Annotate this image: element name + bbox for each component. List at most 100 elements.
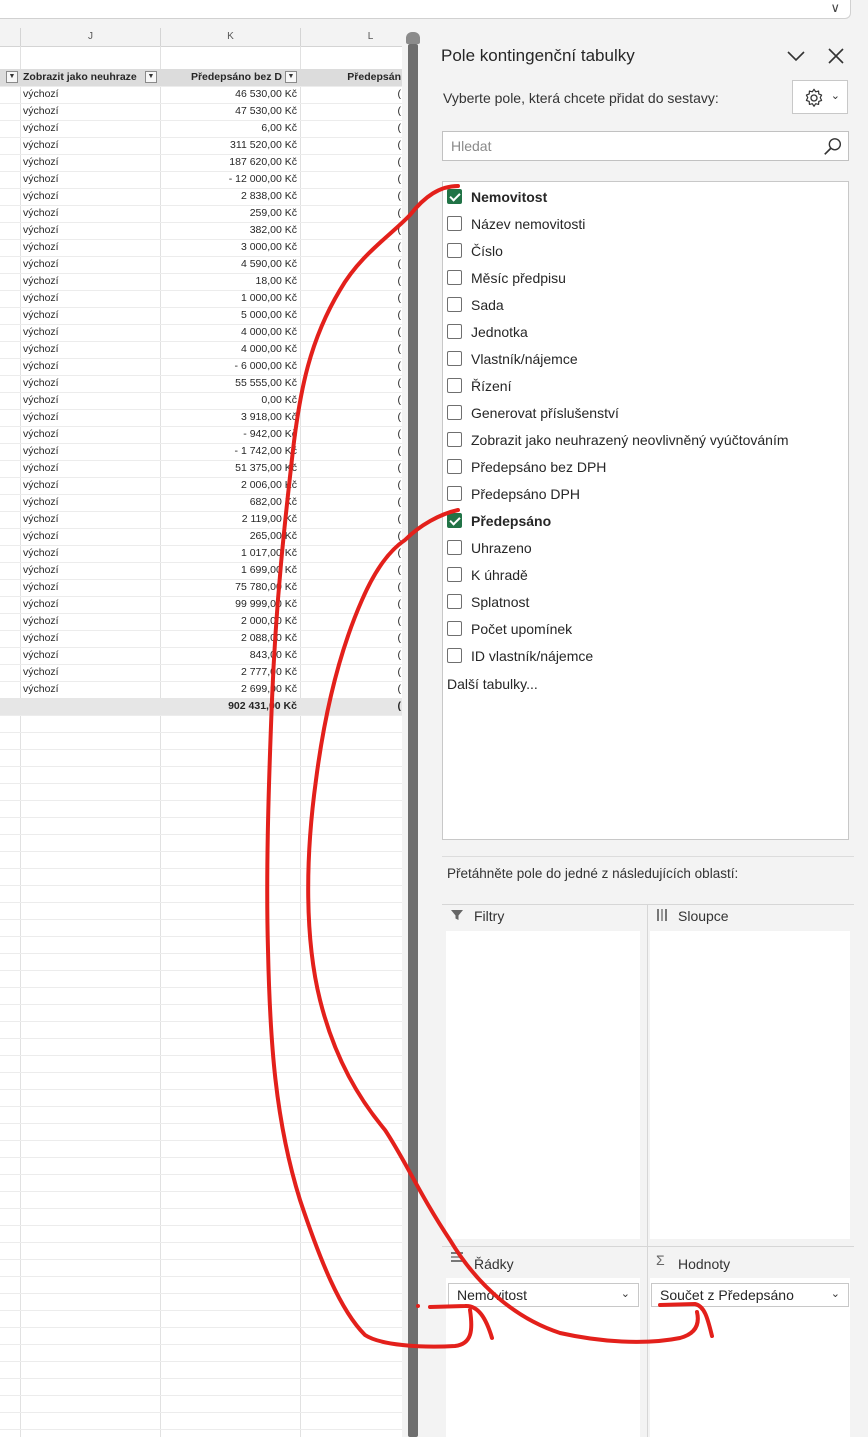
table-row[interactable]: výchozí 2 699,00 Kč( — [0, 681, 402, 698]
values-field-soucet[interactable]: Součet z Předepsáno ⌄ — [651, 1283, 849, 1307]
table-cell[interactable]: 5 000,00 Kč — [161, 307, 300, 324]
table-cell[interactable]: ( — [301, 239, 402, 256]
table-cell[interactable]: 843,00 Kč — [161, 647, 300, 664]
table-row[interactable]: výchozí 2 088,00 Kč( — [0, 630, 402, 647]
table-cell[interactable]: 2 777,00 Kč — [161, 664, 300, 681]
table-cell[interactable]: 75 780,00 Kč — [161, 579, 300, 596]
table-row[interactable]: výchozí 99 999,00 Kč( — [0, 596, 402, 613]
table-cell[interactable]: ( — [301, 256, 402, 273]
field-checkbox[interactable] — [447, 648, 462, 663]
table-cell[interactable]: ( — [301, 324, 402, 341]
table-header-cell[interactable]: Zobrazit jako neuhraze — [21, 69, 160, 86]
table-cell[interactable]: ( — [301, 477, 402, 494]
table-row[interactable]: výchozí 3 000,00 Kč( — [0, 239, 402, 256]
table-cell[interactable]: ( — [301, 545, 402, 562]
field-item[interactable]: Splatnost — [447, 592, 842, 614]
table-cell[interactable]: ( — [301, 681, 402, 698]
table-row[interactable]: výchozí 382,00 Kč( — [0, 222, 402, 239]
table-row[interactable]: výchozí 2 119,00 Kč( — [0, 511, 402, 528]
table-cell[interactable]: ( — [301, 273, 402, 290]
table-cell[interactable]: ( — [301, 375, 402, 392]
field-item[interactable]: ID vlastník/nájemce — [447, 646, 842, 668]
table-cell[interactable]: ( — [301, 494, 402, 511]
table-row[interactable]: výchozí 4 000,00 Kč( — [0, 341, 402, 358]
table-cell[interactable]: ( — [301, 596, 402, 613]
table-cell[interactable]: 55 555,00 Kč — [161, 375, 300, 392]
table-cell[interactable]: 3 000,00 Kč — [161, 239, 300, 256]
table-cell[interactable]: výchozí — [21, 103, 160, 120]
table-cell[interactable]: 1 017,00 Kč — [161, 545, 300, 562]
field-checkbox[interactable] — [447, 270, 462, 285]
table-cell[interactable]: 682,00 Kč — [161, 494, 300, 511]
table-cell[interactable]: 382,00 Kč — [161, 222, 300, 239]
table-cell[interactable]: - 12 000,00 Kč — [161, 171, 300, 188]
table-cell[interactable]: 259,00 Kč — [161, 205, 300, 222]
table-row[interactable]: výchozí 311 520,00 Kč( — [0, 137, 402, 154]
table-cell[interactable]: výchozí — [21, 137, 160, 154]
table-cell[interactable]: 2 699,00 Kč — [161, 681, 300, 698]
table-cell[interactable]: 1 699,00 Kč — [161, 562, 300, 579]
table-row[interactable]: výchozí 2 000,00 Kč( — [0, 613, 402, 630]
table-cell[interactable]: výchozí — [21, 86, 160, 103]
table-cell[interactable]: výchozí — [21, 511, 160, 528]
table-cell[interactable]: 46 530,00 Kč — [161, 86, 300, 103]
table-cell[interactable]: ( — [301, 528, 402, 545]
field-checkbox[interactable] — [447, 189, 462, 204]
filter-dropdown-icon[interactable]: ▼ — [285, 71, 297, 83]
table-cell[interactable]: ( — [301, 358, 402, 375]
table-cell[interactable]: 47 530,00 Kč — [161, 103, 300, 120]
table-cell[interactable]: ( — [301, 341, 402, 358]
total-cell[interactable]: ( — [301, 698, 402, 715]
field-item[interactable]: Sada — [447, 295, 842, 317]
table-cell[interactable]: ( — [301, 307, 402, 324]
field-item[interactable]: Vlastník/nájemce — [447, 349, 842, 371]
column-header-k[interactable]: K — [161, 28, 301, 46]
table-cell[interactable]: ( — [301, 290, 402, 307]
field-checkbox[interactable] — [447, 621, 462, 636]
table-cell[interactable]: výchozí — [21, 579, 160, 596]
field-item[interactable]: Nemovitost — [447, 187, 842, 209]
table-cell[interactable]: výchozí — [21, 171, 160, 188]
table-row[interactable]: výchozí 5 000,00 Kč( — [0, 307, 402, 324]
table-row[interactable]: výchozí 2 006,00 Kč( — [0, 477, 402, 494]
table-cell[interactable]: ( — [301, 222, 402, 239]
chevron-down-icon[interactable]: ⌄ — [621, 1287, 630, 1300]
field-checkbox[interactable] — [447, 324, 462, 339]
table-row[interactable]: výchozí 6,00 Kč( — [0, 120, 402, 137]
table-cell[interactable]: výchozí — [21, 596, 160, 613]
table-cell[interactable]: výchozí — [21, 205, 160, 222]
field-checkbox[interactable] — [447, 405, 462, 420]
search-icon[interactable] — [822, 136, 844, 163]
table-cell[interactable]: výchozí — [21, 120, 160, 137]
table-cell[interactable]: ( — [301, 103, 402, 120]
table-cell[interactable]: výchozí — [21, 494, 160, 511]
table-row[interactable]: výchozí 682,00 Kč( — [0, 494, 402, 511]
table-cell[interactable]: ( — [301, 562, 402, 579]
field-checkbox[interactable] — [447, 243, 462, 258]
table-cell[interactable]: výchozí — [21, 222, 160, 239]
table-cell[interactable]: ( — [301, 443, 402, 460]
table-cell[interactable]: ( — [301, 511, 402, 528]
table-cell[interactable]: ( — [301, 630, 402, 647]
rows-field-nemovitost[interactable]: Nemovitost ⌄ — [448, 1283, 639, 1307]
table-cell[interactable]: ( — [301, 86, 402, 103]
table-cell[interactable]: 311 520,00 Kč — [161, 137, 300, 154]
table-cell[interactable]: výchozí — [21, 154, 160, 171]
field-list[interactable]: Nemovitost Název nemovitosti Číslo Měsíc př… — [442, 181, 849, 840]
more-tables-link[interactable]: Další tabulky... — [447, 676, 538, 692]
field-item[interactable]: Počet upomínek — [447, 619, 842, 641]
table-cell[interactable]: výchozí — [21, 426, 160, 443]
table-row[interactable]: výchozí 265,00 Kč( — [0, 528, 402, 545]
chevron-down-icon[interactable]: ⌄ — [831, 1287, 840, 1300]
table-row[interactable]: výchozí 18,00 Kč( — [0, 273, 402, 290]
table-cell[interactable]: výchozí — [21, 630, 160, 647]
table-cell[interactable]: výchozí — [21, 358, 160, 375]
formula-expand-chevron-icon[interactable]: ∨ — [830, 0, 840, 16]
column-header-j[interactable]: J — [21, 28, 161, 46]
field-item[interactable]: Název nemovitosti — [447, 214, 842, 236]
table-header-cell[interactable]: Předepsán — [301, 69, 402, 86]
table-cell[interactable]: ( — [301, 137, 402, 154]
table-row[interactable]: výchozí 75 780,00 Kč( — [0, 579, 402, 596]
table-row[interactable]: výchozí - 942,00 Kč( — [0, 426, 402, 443]
table-row[interactable]: výchozí 1 000,00 Kč( — [0, 290, 402, 307]
